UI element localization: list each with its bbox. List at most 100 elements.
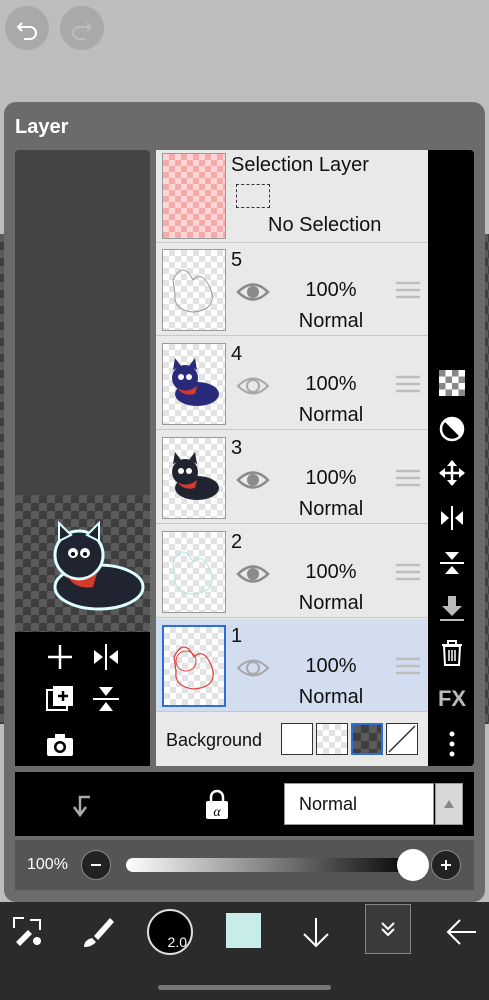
clipping-button[interactable] xyxy=(436,413,468,445)
canvas-preview xyxy=(15,150,150,632)
layer-thumbnail xyxy=(162,625,226,707)
layer-thumbnail xyxy=(162,249,226,331)
home-indicator xyxy=(158,985,331,990)
drag-handle-icon[interactable] xyxy=(396,469,420,487)
layer-blend-mode: Normal xyxy=(298,498,364,520)
transparency-button[interactable] xyxy=(436,367,468,399)
duplicate-layer-button[interactable] xyxy=(45,684,75,719)
layer-blend-mode: Normal xyxy=(298,404,364,426)
layer-opacity: 100% xyxy=(305,655,357,677)
merge-down-icon xyxy=(440,596,464,621)
panel-title: Layer xyxy=(15,116,69,138)
background-light-checker-swatch[interactable] xyxy=(316,723,348,755)
drag-handle-icon[interactable] xyxy=(396,563,420,581)
half-circle-icon xyxy=(439,416,465,442)
minus-icon xyxy=(91,864,101,866)
flip-vertical-icon xyxy=(93,687,119,711)
fx-button[interactable]: FX xyxy=(436,683,468,715)
delete-layer-button[interactable] xyxy=(436,637,468,669)
undo-button[interactable] xyxy=(5,6,49,50)
clip-arrow-icon xyxy=(73,795,90,818)
layer-blend-mode: Normal xyxy=(298,592,364,614)
visibility-eye-off-icon[interactable] xyxy=(236,657,270,679)
layer-thumbnail xyxy=(162,531,226,613)
visibility-eye-icon[interactable] xyxy=(236,563,270,585)
merge-down-button[interactable] xyxy=(436,592,468,624)
move-button[interactable] xyxy=(436,457,468,489)
blend-mode-dropdown-button[interactable] xyxy=(435,783,463,825)
flip-vertical-button[interactable] xyxy=(91,684,121,719)
current-color-swatch[interactable] xyxy=(226,913,261,948)
transform-tool-button[interactable] xyxy=(10,914,46,955)
drag-handle-icon[interactable] xyxy=(396,281,420,299)
layer-blend-mode: Normal xyxy=(298,686,364,708)
brush-icon xyxy=(84,918,114,947)
layer-opacity: 100% xyxy=(305,561,357,583)
background-label: Background xyxy=(166,730,263,750)
opacity-increase-button[interactable] xyxy=(431,850,461,880)
redo-button[interactable] xyxy=(60,6,104,50)
layer-thumbnail xyxy=(162,343,226,425)
flip-horizontal-button[interactable] xyxy=(91,642,121,677)
layer-row-5[interactable]: 5 100% Normal xyxy=(156,243,428,336)
alpha-lock-icon: α xyxy=(206,789,228,820)
back-button[interactable] xyxy=(444,914,480,955)
layer-opacity: 100% xyxy=(305,373,357,395)
background-none-swatch[interactable] xyxy=(386,723,418,755)
drag-handle-icon[interactable] xyxy=(396,657,420,675)
slash-icon xyxy=(388,725,416,753)
opacity-decrease-button[interactable] xyxy=(81,850,111,880)
flip-horizontal-right-button[interactable] xyxy=(436,502,468,534)
trash-icon xyxy=(442,640,462,666)
flip-vertical-right-button[interactable] xyxy=(436,547,468,579)
selection-layer-row[interactable]: Selection Layer No Selection xyxy=(156,150,428,243)
opacity-slider-track[interactable] xyxy=(126,858,416,872)
layer-number: 3 xyxy=(231,437,243,459)
layer-down-button[interactable] xyxy=(300,914,332,955)
flip-horizontal-icon xyxy=(441,506,463,530)
brush-size-button[interactable]: 2.0 xyxy=(147,909,193,955)
opacity-label: 100% xyxy=(27,856,68,873)
layer-number: 2 xyxy=(231,531,243,553)
visibility-eye-icon[interactable] xyxy=(236,469,270,491)
more-vertical-icon xyxy=(449,731,455,757)
transform-icon xyxy=(13,917,41,946)
drag-handle-icon[interactable] xyxy=(396,375,420,393)
layer-opacity: 100% xyxy=(305,467,357,489)
alpha-lock-button[interactable]: α xyxy=(202,789,232,826)
brush-tool-button[interactable] xyxy=(80,914,116,955)
layer-number: 1 xyxy=(231,625,243,647)
plus-icon xyxy=(48,645,72,669)
layer-number: 4 xyxy=(231,343,243,365)
layer-row-3[interactable]: 3 100% Normal xyxy=(156,431,428,524)
layer-blend-mode: Normal xyxy=(298,310,364,332)
redo-icon xyxy=(72,22,93,40)
camera-button[interactable] xyxy=(45,730,75,763)
blend-mode-value: Normal xyxy=(299,794,358,814)
selection-thumbnail xyxy=(162,153,226,239)
collapse-panel-button[interactable] xyxy=(365,904,411,954)
move-arrows-icon xyxy=(439,460,465,486)
selection-marquee-icon xyxy=(236,184,270,208)
blend-mode-select[interactable]: Normal xyxy=(284,783,434,825)
visibility-eye-icon[interactable] xyxy=(236,281,270,303)
layer-row-4[interactable]: 4 100% Normal xyxy=(156,337,428,430)
arrow-left-icon xyxy=(446,919,476,945)
background-dark-checker-swatch[interactable] xyxy=(351,723,383,755)
camera-icon xyxy=(47,734,73,756)
layer-row-2[interactable]: 2 100% Normal xyxy=(156,525,428,618)
checker-icon xyxy=(439,370,465,396)
background-white-swatch[interactable] xyxy=(281,723,313,755)
opacity-slider-thumb[interactable] xyxy=(397,849,429,881)
brush-size-value: 2.0 xyxy=(167,934,187,950)
clipping-mask-button[interactable] xyxy=(68,791,96,824)
cat-artwork-preview xyxy=(53,520,145,611)
layer-thumbnail xyxy=(162,437,226,519)
visibility-eye-off-icon[interactable] xyxy=(236,375,270,397)
layer-row-1[interactable]: 1 100% Normal xyxy=(156,619,428,712)
svg-text:α: α xyxy=(213,805,221,820)
left-tools xyxy=(15,632,150,766)
more-options-button[interactable] xyxy=(436,728,468,760)
add-layer-button[interactable] xyxy=(45,642,75,677)
plus-icon xyxy=(441,860,451,870)
